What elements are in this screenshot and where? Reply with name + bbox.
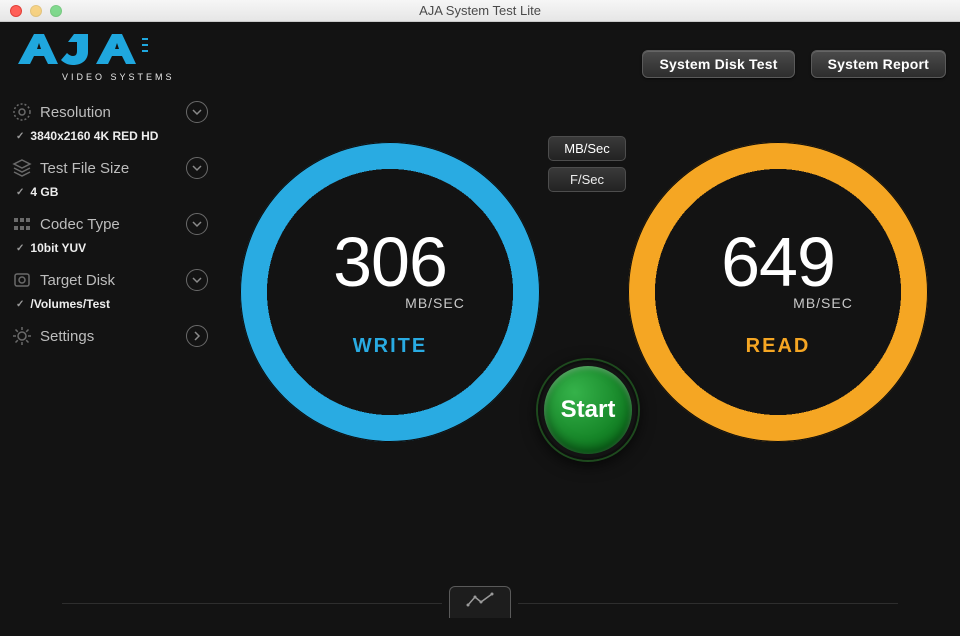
resolution-value-text: 3840x2160 4K RED HD xyxy=(30,129,158,143)
sidebar-item-label: Target Disk xyxy=(40,272,115,289)
chevron-down-icon xyxy=(186,157,208,179)
codec-value-text: 10bit YUV xyxy=(30,241,86,255)
filesize-value: ✓ 4 GB xyxy=(10,181,210,209)
system-disk-test-button[interactable]: System Disk Test xyxy=(642,50,794,78)
gear-icon xyxy=(12,326,32,346)
chart-toggle-button[interactable] xyxy=(449,586,511,618)
check-icon: ✓ xyxy=(16,299,24,310)
write-label: WRITE xyxy=(353,335,427,358)
start-button[interactable]: Start xyxy=(538,360,638,460)
sidebar-item-label: Test File Size xyxy=(40,160,129,177)
brand-tagline: VIDEO SYSTEMS xyxy=(62,72,175,82)
sidebar-item-disk[interactable]: Target Disk xyxy=(10,265,210,293)
sidebar-item-resolution[interactable]: Resolution xyxy=(10,97,210,125)
window-title: AJA System Test Lite xyxy=(0,3,960,18)
filesize-value-text: 4 GB xyxy=(30,185,58,199)
sidebar: Resolution ✓ 3840x2160 4K RED HD Test Fi… xyxy=(10,97,210,349)
unit-toggle: MB/Sec F/Sec xyxy=(548,136,626,192)
resolution-icon xyxy=(12,102,32,122)
write-value: 306 xyxy=(333,227,447,297)
minimize-window-button[interactable] xyxy=(30,5,42,17)
check-icon: ✓ xyxy=(16,187,24,198)
sidebar-item-settings[interactable]: Settings xyxy=(10,321,210,349)
chevron-down-icon xyxy=(186,213,208,235)
codec-value: ✓ 10bit YUV xyxy=(10,237,210,265)
header-buttons: System Disk Test System Report xyxy=(642,50,946,78)
disk-value-text: /Volumes/Test xyxy=(30,297,110,311)
sidebar-item-label: Settings xyxy=(40,328,94,345)
read-unit: MB/SEC xyxy=(793,295,853,311)
disk-icon xyxy=(12,270,32,290)
disk-value: ✓ /Volumes/Test xyxy=(10,293,210,321)
brand-logo: VIDEO SYSTEMS xyxy=(14,32,194,93)
read-value: 649 xyxy=(721,227,835,297)
chevron-down-icon xyxy=(186,101,208,123)
codec-icon xyxy=(12,214,32,234)
write-gauge: 306 MB/SEC WRITE xyxy=(240,142,540,442)
zoom-window-button[interactable] xyxy=(50,5,62,17)
chevron-right-icon xyxy=(186,325,208,347)
check-icon: ✓ xyxy=(16,131,24,142)
read-label: READ xyxy=(746,335,811,358)
start-button-label: Start xyxy=(544,366,632,454)
chart-icon xyxy=(466,591,494,614)
write-unit: MB/SEC xyxy=(405,295,465,311)
sidebar-item-filesize[interactable]: Test File Size xyxy=(10,153,210,181)
system-report-button[interactable]: System Report xyxy=(811,50,946,78)
sidebar-item-codec[interactable]: Codec Type xyxy=(10,209,210,237)
unit-mb-button[interactable]: MB/Sec xyxy=(548,136,626,161)
traffic-lights xyxy=(10,5,62,17)
close-window-button[interactable] xyxy=(10,5,22,17)
read-gauge: 649 MB/SEC READ xyxy=(628,142,928,442)
chevron-down-icon xyxy=(186,269,208,291)
check-icon: ✓ xyxy=(16,243,24,254)
window-titlebar: AJA System Test Lite xyxy=(0,0,960,22)
layers-icon xyxy=(12,158,32,178)
resolution-value: ✓ 3840x2160 4K RED HD xyxy=(10,125,210,153)
sidebar-item-label: Codec Type xyxy=(40,216,120,233)
app-root: VIDEO SYSTEMS System Disk Test System Re… xyxy=(0,22,960,636)
sidebar-item-label: Resolution xyxy=(40,104,111,121)
unit-frames-button[interactable]: F/Sec xyxy=(548,167,626,192)
